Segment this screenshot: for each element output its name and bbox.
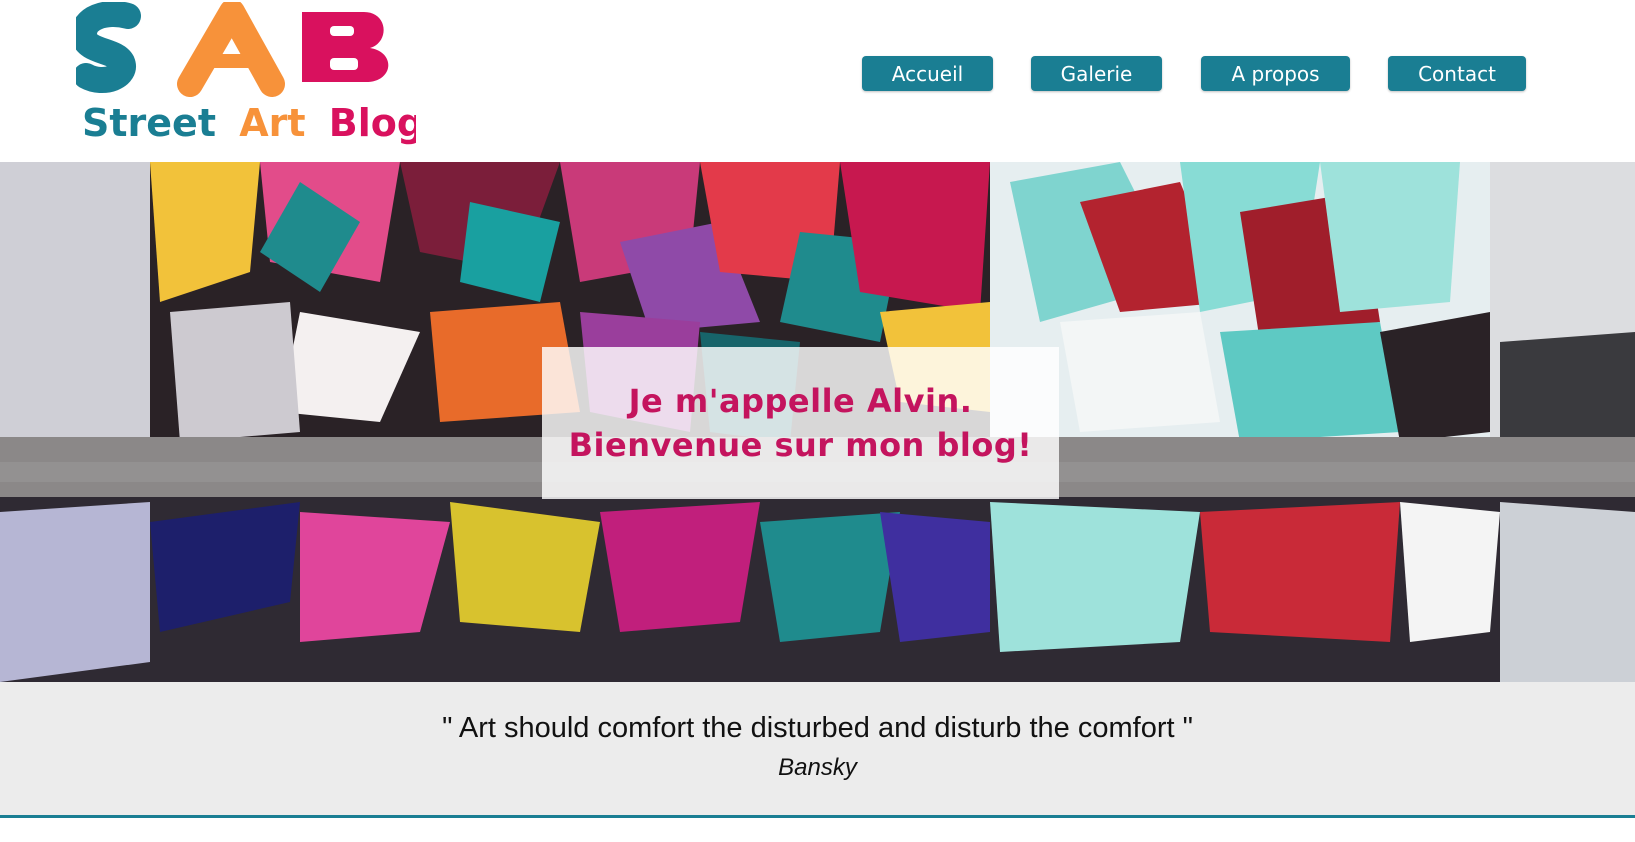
logo-b: Blog bbox=[329, 101, 416, 145]
logo-a: Art bbox=[239, 101, 305, 145]
welcome-box: Je m'appelle Alvin. Bienvenue sur mon bl… bbox=[542, 347, 1059, 499]
welcome-line-1: Je m'appelle Alvin. bbox=[628, 382, 973, 420]
logo-s: Street bbox=[82, 101, 216, 145]
welcome-line-2: Bienvenue sur mon blog! bbox=[568, 426, 1033, 464]
nav-a-propos-button[interactable]: A propos bbox=[1201, 56, 1350, 91]
quote-author: Bansky bbox=[778, 754, 857, 781]
nav-contact-button[interactable]: Contact bbox=[1388, 56, 1526, 91]
nav-accueil-button[interactable]: Accueil bbox=[862, 56, 993, 91]
logo-tagline: Street Art Blog bbox=[82, 101, 416, 145]
nav-galerie-button[interactable]: Galerie bbox=[1031, 56, 1162, 91]
site-header: Street Art Blog Accueil Galerie A propos… bbox=[0, 0, 1635, 162]
quote-section: " Art should comfort the disturbed and d… bbox=[0, 682, 1635, 818]
hero-banner: Je m'appelle Alvin. Bienvenue sur mon bl… bbox=[0, 162, 1635, 682]
main-nav: Accueil Galerie A propos Contact bbox=[0, 56, 1635, 92]
quote-text: " Art should comfort the disturbed and d… bbox=[442, 712, 1193, 744]
